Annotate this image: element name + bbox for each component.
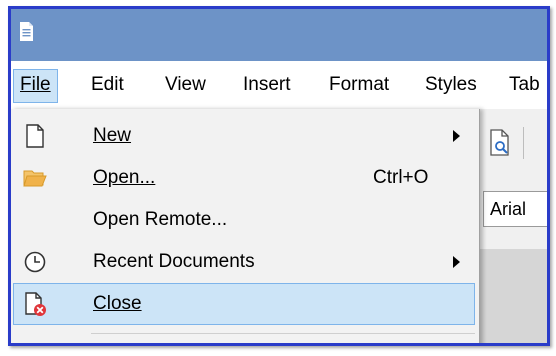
font-name-box[interactable]: Arial xyxy=(483,191,547,227)
document-area xyxy=(471,249,547,343)
menu-item-label: New xyxy=(93,125,132,146)
menu-item-open-remote[interactable]: Open Remote... xyxy=(13,199,475,241)
writer-document-icon xyxy=(20,22,33,41)
menu-view[interactable]: View xyxy=(159,69,212,101)
toolbar-separator xyxy=(523,127,524,159)
file-menu-dropdown: New Open... Ctrl+O Open Remote... Recent… xyxy=(11,109,480,343)
menu-item-label: Open... xyxy=(93,167,156,188)
menu-styles[interactable]: Styles xyxy=(419,69,483,101)
app-window: File Edit View Insert Format Styles Tab … xyxy=(8,6,550,346)
title-bar xyxy=(11,9,547,61)
menu-item-open[interactable]: Open... Ctrl+O xyxy=(13,157,475,199)
menu-item-close[interactable]: Close xyxy=(13,283,475,325)
menu-file[interactable]: File xyxy=(13,69,58,103)
new-document-icon xyxy=(26,124,44,148)
close-document-icon xyxy=(25,292,46,316)
folder-open-icon xyxy=(23,170,47,187)
menu-insert[interactable]: Insert xyxy=(237,69,297,101)
menu-item-label: Open Remote... xyxy=(93,209,228,230)
menu-item-label: Recent Documents xyxy=(93,251,255,272)
print-preview-icon[interactable] xyxy=(489,129,511,157)
clock-icon xyxy=(24,251,46,273)
menu-edit[interactable]: Edit xyxy=(85,69,130,101)
shortcut-label: Ctrl+O xyxy=(373,167,429,188)
menu-item-new[interactable]: New xyxy=(13,115,475,157)
menu-format[interactable]: Format xyxy=(323,69,395,101)
submenu-arrow-icon xyxy=(453,130,460,142)
menu-item-recent-documents[interactable]: Recent Documents xyxy=(13,241,475,283)
menu-separator xyxy=(91,333,475,334)
submenu-arrow-icon xyxy=(453,256,460,268)
menu-table[interactable]: Tab xyxy=(503,69,546,101)
menu-bar: File Edit View Insert Format Styles Tab xyxy=(11,61,547,109)
menu-item-label: Close xyxy=(93,293,142,314)
